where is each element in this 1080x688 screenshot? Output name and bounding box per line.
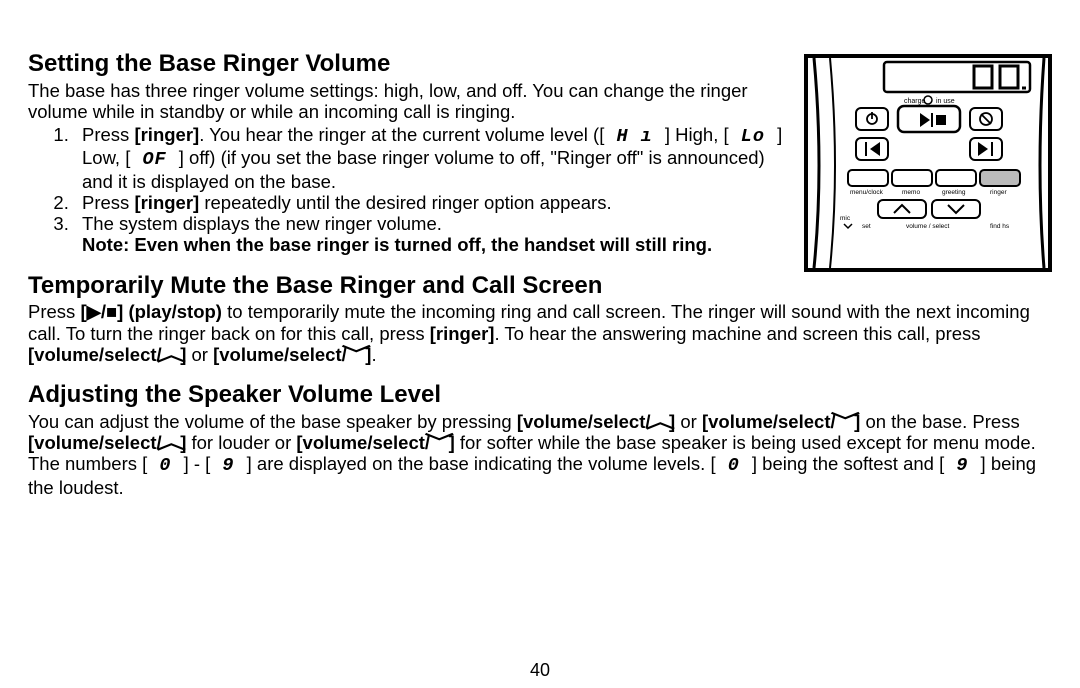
heading-mute: Temporarily Mute the Base Ringer and Cal… — [28, 272, 1052, 300]
chevron-up-icon: ︿ — [156, 344, 186, 365]
chevron-down-icon: ﹀ — [830, 411, 860, 432]
paragraph-speaker-volume: You can adjust the volume of the base sp… — [28, 411, 1052, 498]
page-number: 40 — [28, 660, 1052, 681]
svg-text:find hs: find hs — [990, 223, 1010, 230]
svg-text:set: set — [862, 223, 871, 230]
base-unit-illustration: charge in use menu/clock — [804, 54, 1052, 272]
svg-text:ringer: ringer — [990, 189, 1007, 196]
svg-text:greeting: greeting — [942, 189, 966, 196]
svg-text:volume / select: volume / select — [906, 223, 950, 230]
chevron-down-icon: ﹀ — [425, 432, 455, 453]
label-inuse: in use — [936, 98, 955, 105]
label-charge: charge — [904, 98, 926, 105]
chevron-down-icon: ﹀ — [341, 344, 371, 365]
ringer-note: Note: Even when the base ringer is turne… — [82, 234, 712, 255]
chevron-up-icon: ︿ — [156, 432, 186, 453]
paragraph-mute: Press [▶/■] (play/stop) to temporarily m… — [28, 301, 1052, 365]
svg-text:menu/clock: menu/clock — [850, 189, 884, 196]
chevron-up-icon: ︿ — [645, 411, 675, 432]
heading-speaker-volume: Adjusting the Speaker Volume Level — [28, 381, 1052, 409]
svg-text:mic: mic — [840, 215, 851, 222]
svg-text:memo: memo — [902, 189, 920, 196]
